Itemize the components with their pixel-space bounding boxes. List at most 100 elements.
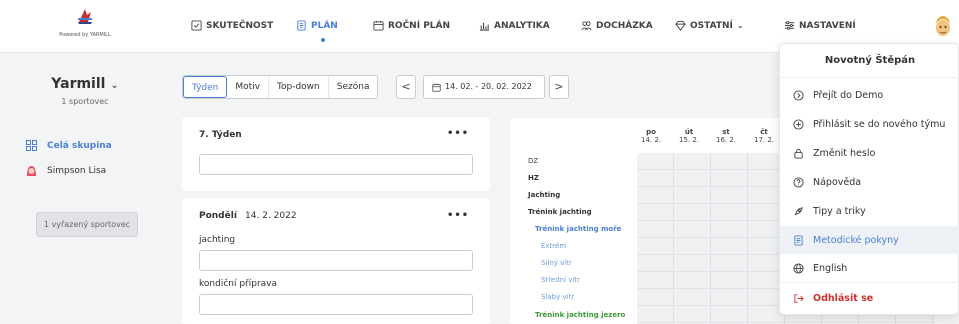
row-label-extrem: Extrém: [541, 242, 567, 250]
row-label-slaby-vitr: Slabý vítr: [541, 293, 575, 301]
nav-label: ANALYTIKA: [494, 20, 550, 31]
menu-item-label: Přejít do Demo: [813, 89, 884, 101]
day-date: 14. 2. 2022: [245, 211, 297, 221]
menu-item-logout[interactable]: Odhlásit se: [780, 284, 959, 312]
calendar-icon: [373, 20, 384, 31]
week-menu-button[interactable]: •••: [447, 128, 469, 139]
day-date: 15. 2.: [679, 136, 700, 144]
document-icon: [794, 234, 803, 246]
row-label-hz: HZ: [528, 174, 539, 182]
row-label-trenink-more: Trénink jachting moře: [535, 225, 622, 233]
sidebar: Yarmill ⌄ 1 sportovec Celá skupina Simps…: [0, 54, 170, 324]
yarmill-logo[interactable]: Powered by YARMILL: [50, 6, 120, 38]
retired-athletes-button[interactable]: 1 vyřazený sportovec: [36, 212, 138, 237]
rocket-icon: [794, 206, 803, 215]
nav-plan[interactable]: PLÁN: [296, 20, 338, 31]
user-avatar[interactable]: [934, 14, 952, 38]
row-label-trenink-jezero: Trénink jachting jezero: [535, 311, 626, 319]
nav-label: DOCHÁZKA: [596, 20, 653, 31]
row-label-jachting: Jachting: [528, 191, 561, 199]
sidebar-item-label: Celá skupina: [47, 140, 112, 151]
day-header-ut: út 15. 2.: [679, 128, 699, 144]
menu-item-english[interactable]: English: [780, 255, 959, 283]
nav-ostatni[interactable]: OSTATNÍ ⌄: [675, 20, 744, 31]
menu-item-demo[interactable]: Přejít do Demo: [780, 81, 959, 109]
nav-dochazka[interactable]: DOCHÁZKA: [581, 20, 653, 31]
plan-icon: [297, 20, 306, 31]
day-title: Pondělí 14. 2. 2022: [199, 211, 297, 221]
group-subtitle: 1 sportovec: [61, 97, 109, 106]
field-label-kondicni: kondiční příprava: [199, 279, 278, 289]
sidebar-item-label: Simpson Lisa: [47, 166, 107, 176]
settings-sliders-icon: [784, 21, 795, 30]
tab-motiv[interactable]: Motiv: [227, 76, 270, 98]
menu-item-label: Tipy a triky: [813, 205, 866, 217]
sidebar-item-cela-skupina[interactable]: Celá skupina: [26, 140, 112, 151]
row-label-silny-vitr: Silný vítr: [541, 259, 572, 267]
group-title: Yarmill: [51, 76, 106, 92]
date-range-picker[interactable]: 14. 02. - 20. 02. 2022: [423, 75, 545, 99]
nav-rocni-plan[interactable]: ROČNÍ PLÁN: [373, 20, 450, 31]
week-note-input[interactable]: [199, 154, 473, 175]
menu-item-tips[interactable]: Tipy a triky: [780, 197, 959, 225]
tab-tyden[interactable]: Týden: [183, 76, 228, 98]
help-icon: [793, 176, 804, 188]
active-nav-indicator: [321, 38, 325, 42]
nav-nastaveni[interactable]: NASTAVENÍ: [784, 20, 856, 31]
kondicni-input[interactable]: [199, 294, 473, 315]
logout-icon: [794, 293, 804, 303]
circle-plus-icon: [793, 118, 804, 130]
nav-skutecnost[interactable]: SKUTEČNOST: [191, 20, 273, 31]
attendance-icon: [581, 21, 592, 31]
row-label-dz: DZ: [528, 157, 539, 165]
checklist-icon: [191, 20, 202, 31]
day-name: čt: [760, 128, 768, 136]
row-label-trenink-jachting: Trénink jachting: [528, 208, 592, 216]
grid-icon: [26, 140, 37, 151]
user-menu: Novotný Štěpán Přejít do Demo Přihlásit …: [779, 43, 959, 315]
week-title: 7. Týden: [199, 130, 242, 140]
next-week-button[interactable]: >: [549, 75, 569, 99]
day-name: po: [646, 128, 656, 136]
menu-item-label: English: [813, 263, 848, 274]
day-header-ct: čt 17. 2.: [754, 128, 774, 144]
day-menu-button[interactable]: •••: [447, 210, 469, 221]
row-label-stredni-vitr: Střední vítr: [541, 276, 580, 284]
diamond-icon: [675, 20, 686, 31]
user-menu-name: Novotný Štěpán: [780, 44, 959, 78]
circle-arrow-icon: [793, 89, 804, 101]
chart-icon: [479, 22, 490, 31]
tab-sezona[interactable]: Sezóna: [329, 76, 378, 98]
nav-label: OSTATNÍ: [690, 20, 733, 31]
menu-item-help[interactable]: Nápověda: [780, 168, 959, 196]
date-range-text: 14. 02. - 20. 02. 2022: [445, 82, 532, 91]
logo-icon: [78, 9, 92, 24]
menu-item-label: Odhlásit se: [813, 292, 874, 304]
menu-item-label: Změnit heslo: [813, 147, 876, 159]
nav-analytika[interactable]: ANALYTIKA: [479, 20, 550, 31]
tab-top-down[interactable]: Top-down: [269, 76, 329, 98]
day-name: út: [684, 128, 694, 136]
day-date: 14. 2.: [641, 136, 662, 144]
group-selector[interactable]: Yarmill ⌄: [0, 76, 170, 92]
field-label-jachting: jachting: [199, 235, 236, 245]
sidebar-item-simpson-lisa[interactable]: Simpson Lisa: [26, 165, 106, 177]
nav-label: ROČNÍ PLÁN: [388, 20, 451, 31]
menu-item-label: Metodické pokyny: [813, 234, 899, 246]
day-name: st: [722, 128, 730, 136]
jachting-input[interactable]: [199, 250, 473, 271]
calendar-icon: [432, 83, 441, 92]
prev-week-button[interactable]: <: [396, 75, 416, 99]
day-date: 17. 2.: [754, 136, 775, 144]
menu-item-label: Přihlásit se do nového týmu: [813, 118, 946, 130]
chevron-down-icon: ⌄: [736, 21, 744, 30]
day-header-st: st 16. 2.: [716, 128, 736, 144]
menu-item-label: Nápověda: [813, 176, 862, 188]
nav-label: SKUTEČNOST: [206, 20, 274, 31]
menu-item-new-team[interactable]: Přihlásit se do nového týmu: [780, 110, 959, 138]
day-name: Pondělí: [199, 211, 237, 221]
menu-item-change-password[interactable]: Změnit heslo: [780, 139, 959, 167]
avatar-icon: [27, 166, 36, 176]
nav-label: PLÁN: [311, 20, 338, 31]
menu-item-methodics[interactable]: Metodické pokyny: [780, 226, 959, 254]
